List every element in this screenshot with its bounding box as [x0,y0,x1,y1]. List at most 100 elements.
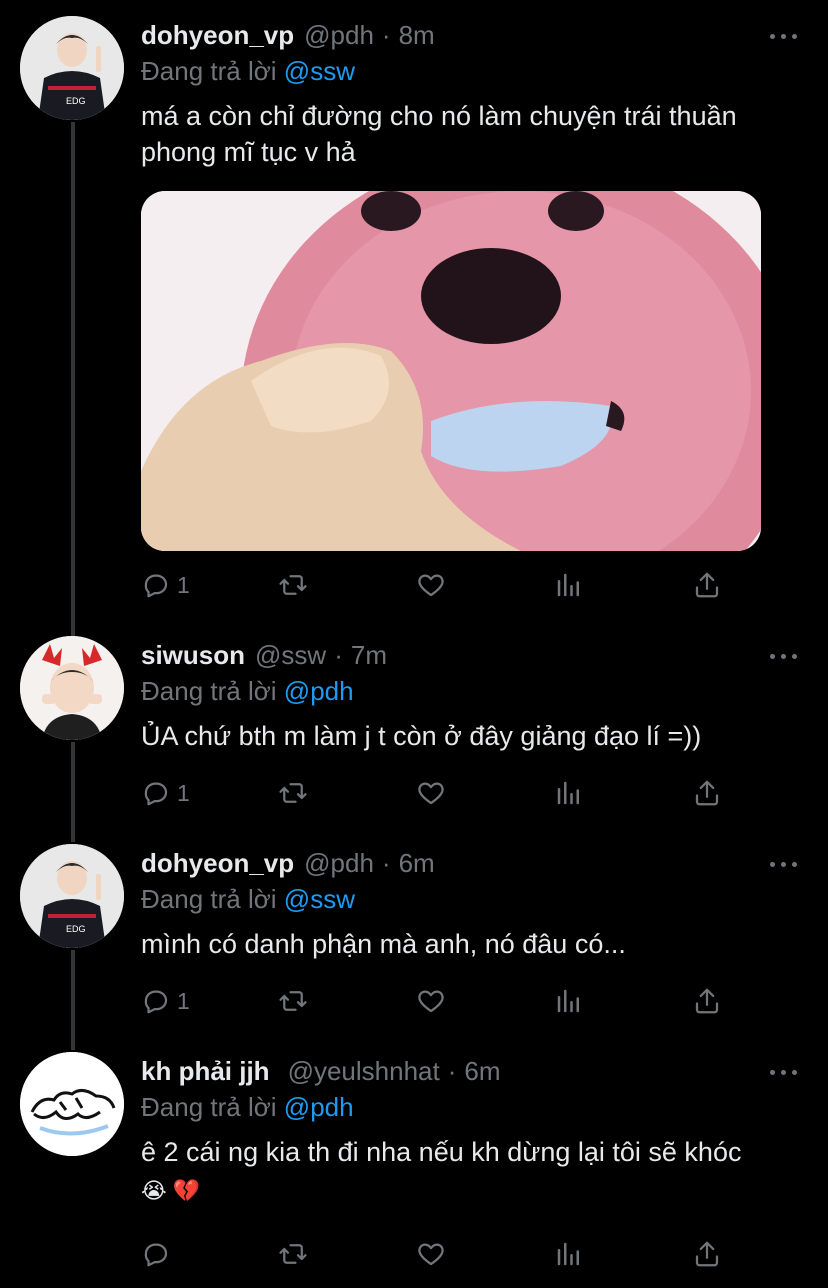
user-handle[interactable]: @pdh [304,20,374,51]
like-button[interactable] [416,981,446,1021]
replying-prefix: Đang trả lời [141,1092,277,1122]
retweet-icon [279,991,307,1011]
heart-icon [418,990,444,1013]
timestamp[interactable]: 8m [399,20,435,51]
reply-button[interactable]: 1 [141,773,190,813]
user-handle[interactable]: @ssw [255,640,326,671]
retweet-icon [279,575,307,595]
share-icon [695,988,719,1014]
share-button[interactable] [692,565,722,605]
reply-icon [144,990,168,1014]
analytics-icon [557,1242,579,1266]
reply-button[interactable] [141,1234,171,1274]
tweet[interactable]: EDG dohyeon_vp @pdh · 8m Đang trả lời @s… [0,0,828,620]
reply-button[interactable]: 1 [141,981,190,1021]
analytics-icon [557,989,579,1013]
reply-icon [144,782,168,806]
like-button[interactable] [416,1234,446,1274]
user-handle[interactable]: @yeulshnhat [288,1056,440,1087]
avatar[interactable]: EDG [20,844,124,948]
share-icon [695,572,719,598]
retweet-button[interactable] [278,1234,308,1274]
text-line: má a còn chỉ đường cho nó làm chuyện trá… [141,101,737,131]
retweet-icon [279,1244,307,1264]
mention-link[interactable]: @ssw [284,56,355,86]
tweet[interactable]: EDG dohyeon_vp @pdh · 6m Đang trả lời @s… [0,828,828,1036]
tweet[interactable]: kh phải jjh @yeulshnhat · 6m Đang trả lờ… [0,1036,828,1288]
replying-to: Đang trả lời @ssw [141,882,355,916]
timestamp[interactable]: 6m [399,848,435,879]
retweet-icon [279,783,307,803]
views-button[interactable] [554,1234,584,1274]
reply-icon [144,574,168,598]
separator-dot: · [334,639,343,670]
more-options-icon[interactable] [770,1068,798,1078]
svg-text:EDG: EDG [66,96,86,106]
tweet-text: ỦA chứ bth m làm j t còn ở đây giảng đạo… [141,718,798,754]
replying-to: Đang trả lời @pdh [141,674,354,708]
avatar[interactable] [20,636,124,740]
media-illustration [141,191,761,551]
tweet-actions [141,1234,741,1274]
avatar-image: EDG [20,16,124,120]
avatar[interactable]: EDG [20,16,124,120]
reply-count: 1 [177,987,190,1014]
retweet-button[interactable] [278,773,308,813]
tweet-text: ê 2 cái ng kia th đi nha nếu kh dừng lại… [141,1134,798,1170]
separator-dot: · [381,19,391,50]
views-button[interactable] [554,565,584,605]
display-name[interactable]: kh phải jjh [141,1056,270,1087]
mention-link[interactable]: @pdh [284,676,354,706]
text-line: phong mĩ tục v hả [141,137,356,167]
display-name[interactable]: siwuson [141,640,245,671]
share-button[interactable] [692,1234,722,1274]
tweet[interactable]: siwuson @ssw · 7m Đang trả lời @pdh ỦA c… [0,620,828,828]
mention-link[interactable]: @pdh [284,1092,354,1122]
avatar[interactable] [20,1052,124,1156]
like-button[interactable] [416,773,446,813]
timestamp[interactable]: 7m [351,640,387,671]
timestamp[interactable]: 6m [464,1056,500,1087]
tweet-actions: 1 [141,565,741,605]
analytics-icon [557,781,579,805]
text-line: ê 2 cái ng kia th đi nha nếu kh dừng lại… [141,1137,742,1167]
display-name[interactable]: dohyeon_vp [141,20,294,51]
tweet-media-image[interactable] [141,191,761,551]
text-line: ỦA chứ bth m làm j t còn ở đây giảng đạo… [141,721,702,751]
more-options-icon[interactable] [770,860,798,870]
avatar-image: EDG [20,844,124,948]
mention-link[interactable]: @ssw [284,884,355,914]
reply-button[interactable]: 1 [141,565,190,605]
reply-count: 1 [177,779,190,806]
more-options-icon[interactable] [770,32,798,42]
share-icon [695,780,719,806]
separator-dot: · [447,1055,457,1086]
retweet-button[interactable] [278,565,308,605]
views-button[interactable] [554,981,584,1021]
retweet-button[interactable] [278,981,308,1021]
share-button[interactable] [692,773,722,813]
tweet-header: dohyeon_vp @pdh · 8m [141,16,768,54]
tweet-actions: 1 [141,773,741,813]
tweet-text: má a còn chỉ đường cho nó làm chuyện trá… [141,98,798,170]
avatar-image [20,1052,124,1156]
share-icon [695,1241,719,1267]
separator-dot: · [381,847,391,878]
replying-prefix: Đang trả lời [141,676,277,706]
views-button[interactable] [554,773,584,813]
replying-to: Đang trả lời @pdh [141,1090,354,1124]
heart-icon [418,782,444,805]
avatar-image [20,636,124,740]
tweet-header: kh phải jjh @yeulshnhat · 6m [141,1052,768,1090]
display-name[interactable]: dohyeon_vp [141,848,294,879]
emoji-row: 😭 💔 [141,1178,201,1203]
share-button[interactable] [692,981,722,1021]
like-button[interactable] [416,565,446,605]
user-handle[interactable]: @pdh [304,848,374,879]
svg-text:EDG: EDG [66,924,86,934]
tweet-actions: 1 [141,981,741,1021]
heart-icon [418,1243,444,1266]
replying-to: Đang trả lời @ssw [141,54,355,88]
tweet-header: siwuson @ssw · 7m [141,636,768,674]
more-options-icon[interactable] [770,652,798,662]
